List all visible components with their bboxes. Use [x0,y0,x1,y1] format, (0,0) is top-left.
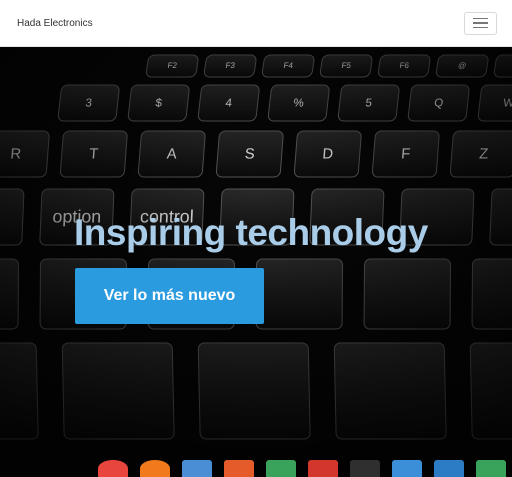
presentation-icon[interactable] [308,460,338,477]
navbar: Hada Electronics [0,0,512,47]
spreadsheet-icon[interactable] [266,460,296,477]
finder-icon[interactable] [392,460,422,477]
hero-banner: F2F3F4F5F6@2#3$4%5QWERTASDFZXCoptioncont… [0,47,512,477]
download-icon[interactable] [224,460,254,477]
window-icon[interactable] [434,460,464,477]
see-latest-button[interactable]: Ver lo más nuevo [75,268,264,324]
keyboard-photo: F2F3F4F5F6@2#3$4%5QWERTASDFZXCoptioncont… [0,47,512,477]
taskbar-dock [98,460,512,477]
chrome-icon[interactable] [98,460,128,477]
mail-icon[interactable] [182,460,212,477]
firefox-icon[interactable] [140,460,170,477]
calculator-icon[interactable] [476,460,506,477]
terminal-icon[interactable] [350,460,380,477]
hero-title: Inspiring technology [74,212,428,253]
hamburger-menu-icon[interactable] [464,11,497,35]
brand-link[interactable]: Hada Electronics [17,18,93,29]
